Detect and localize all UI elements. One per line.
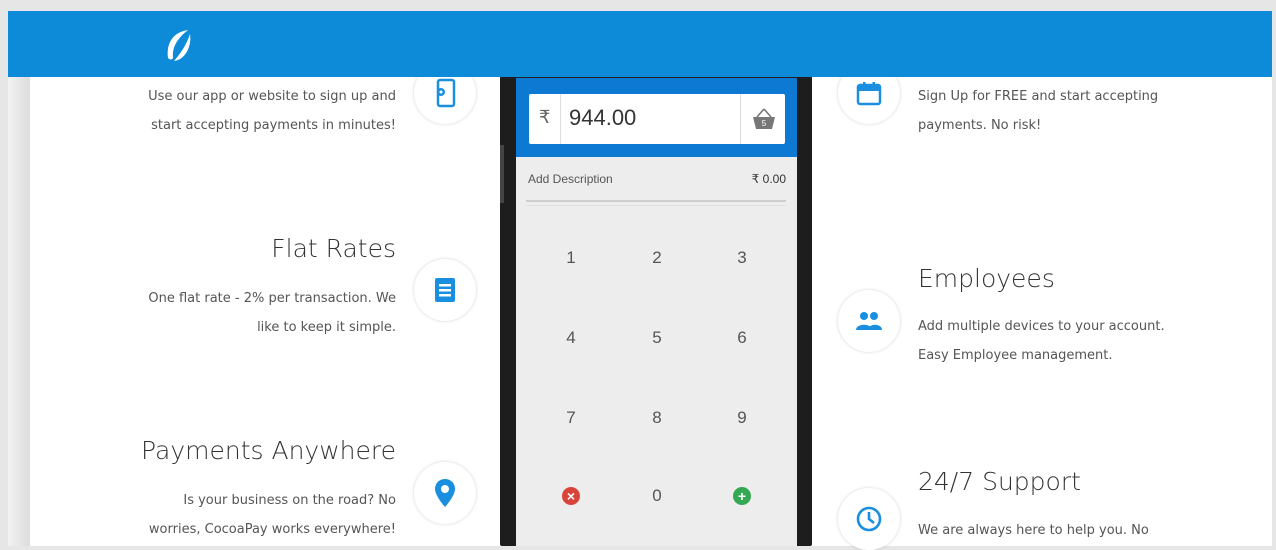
clock-icon [856,506,882,532]
users-icon [856,312,882,330]
keypad-key[interactable]: 0 [632,476,682,516]
feature-description-line: Use our app or website to sign up and [148,89,396,104]
feature-description: Use our app or website to sign up and st… [100,82,396,140]
map-pin-icon [435,479,455,507]
feature-title: Payments Anywhere [141,436,396,465]
feature-description-line: payments. No risk! [918,118,1042,133]
feature-description-line: Easy Employee management. [918,348,1113,363]
amount-input[interactable]: 944.00 [569,105,636,131]
keypad-key[interactable]: 1 [546,238,596,278]
top-navbar [8,11,1272,77]
feature-icon-circle [414,259,476,321]
amount-input-box[interactable]: ₹ 944.00 5 [529,94,785,144]
app-header: ₹ 944.00 5 [516,78,797,157]
feature-title: Flat Rates [271,234,396,263]
feature-description: Add multiple devices to your account. Ea… [918,312,1238,370]
description-input[interactable]: Add Description [528,172,613,186]
feature-description-line: Is your business on the road? No [183,493,396,508]
cart-button[interactable]: 5 [740,94,786,144]
payment-app-screen: ₹ 944.00 5 Add Description ₹ 0.00 1 2 3 … [516,78,797,546]
close-icon: × [562,487,580,505]
divider [526,200,786,202]
feature-icon-circle [414,462,476,524]
phone-settings-icon [436,78,456,108]
cart-badge: 5 [761,119,766,128]
plus-icon: + [733,487,751,505]
divider [526,205,786,206]
feature-description: We are always here to help you. No [918,516,1238,545]
feature-description-line: like to keep it simple. [257,320,396,335]
feature-description-line: One flat rate - 2% per transaction. We [148,291,396,306]
receipt-icon [435,278,455,302]
feature-description-line: start accepting payments in minutes! [151,118,396,133]
feature-description: One flat rate - 2% per transaction. We l… [100,284,396,342]
keypad-key[interactable]: 4 [546,318,596,358]
feature-description-line: Add multiple devices to your account. [918,319,1165,334]
feature-description-line: Sign Up for FREE and start accepting [918,89,1159,104]
description-total: ₹ 0.00 [751,172,786,186]
currency-symbol: ₹ [539,107,551,127]
keypad-key[interactable]: 9 [717,398,767,438]
keypad-key[interactable]: 8 [632,398,682,438]
feature-description: Sign Up for FREE and start accepting pay… [918,82,1238,140]
feature-description-line: We are always here to help you. No [918,523,1149,538]
feature-title: Employees [918,264,1055,293]
feature-title: 24/7 Support [918,467,1081,496]
divider [560,94,561,144]
keypad-key[interactable]: 5 [632,318,682,358]
feature-description: Is your business on the road? No worries… [100,486,396,544]
keypad-key[interactable]: 2 [632,238,682,278]
feature-description-line: worries, CocoaPay works everywhere! [148,522,396,537]
clear-button[interactable]: × [546,476,596,516]
keypad-key[interactable]: 6 [717,318,767,358]
page-left-shadow [8,77,30,546]
basket-icon: 5 [752,108,775,129]
keypad-key[interactable]: 3 [717,238,767,278]
cocoapay-leaf-icon[interactable] [160,28,196,64]
description-row[interactable]: Add Description ₹ 0.00 [528,172,786,186]
calendar-icon [856,82,882,106]
add-button[interactable]: + [717,476,767,516]
phone-side-button [500,145,504,203]
keypad-key[interactable]: 7 [546,398,596,438]
feature-icon-circle [838,290,900,352]
feature-icon-circle [838,488,900,550]
